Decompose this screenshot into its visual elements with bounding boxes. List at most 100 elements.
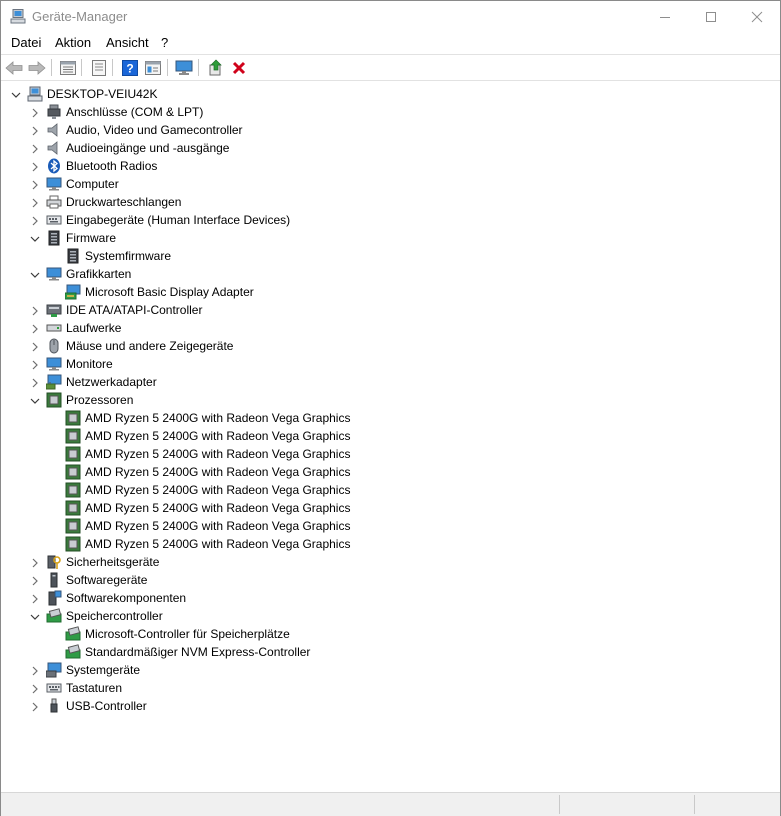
status-divider xyxy=(694,795,695,814)
tree-item-label: AMD Ryzen 5 2400G with Radeon Vega Graph… xyxy=(85,429,351,443)
tree-category-item[interactable]: Softwarekomponenten xyxy=(1,589,780,607)
tree-category-item[interactable]: Druckwarteschlangen xyxy=(1,193,780,211)
tree-category-item[interactable]: Mäuse und andere Zeigegeräte xyxy=(1,337,780,355)
tree-category-item[interactable]: Grafikkarten xyxy=(1,265,780,283)
tree-device-item[interactable]: AMD Ryzen 5 2400G with Radeon Vega Graph… xyxy=(1,517,780,535)
chevron-right-icon[interactable] xyxy=(30,377,40,388)
chevron-right-icon[interactable] xyxy=(30,323,40,334)
tree-device-item[interactable]: AMD Ryzen 5 2400G with Radeon Vega Graph… xyxy=(1,463,780,481)
cpu-icon xyxy=(65,428,81,444)
view-details-icon xyxy=(145,60,161,75)
close-button[interactable] xyxy=(734,1,780,32)
chevron-down-icon[interactable] xyxy=(11,89,21,99)
tree-category-item[interactable]: Bluetooth Radios xyxy=(1,157,780,175)
chevron-right-icon[interactable] xyxy=(30,197,40,208)
tree-category-item[interactable]: Prozessoren xyxy=(1,391,780,409)
tree-item-label: Microsoft-Controller für Speicherplätze xyxy=(85,627,290,641)
ide-icon xyxy=(46,302,62,318)
tree-item-label: Speichercontroller xyxy=(66,609,163,623)
tree-category-item[interactable]: Softwaregeräte xyxy=(1,571,780,589)
cpu-icon xyxy=(65,500,81,516)
title-bar[interactable]: Geräte-Manager xyxy=(1,1,780,32)
chevron-right-icon[interactable] xyxy=(30,557,40,568)
chevron-down-icon[interactable] xyxy=(30,611,40,621)
show-hide-tree-button[interactable] xyxy=(58,58,78,77)
tree-device-item[interactable]: Microsoft-Controller für Speicherplätze xyxy=(1,625,780,643)
toolbar-separator xyxy=(51,59,52,76)
chevron-down-icon[interactable] xyxy=(30,269,40,279)
maximize-button[interactable] xyxy=(688,1,734,32)
device-manager-window: Geräte-Manager Datei Aktion Ansicht ? ? … xyxy=(0,0,781,816)
window-title: Geräte-Manager xyxy=(32,9,128,24)
chevron-right-icon[interactable] xyxy=(30,125,40,136)
tree-category-item[interactable]: Firmware xyxy=(1,229,780,247)
tree-category-item[interactable]: Eingabegeräte (Human Interface Devices) xyxy=(1,211,780,229)
tree-device-item[interactable]: AMD Ryzen 5 2400G with Radeon Vega Graph… xyxy=(1,481,780,499)
minimize-button[interactable] xyxy=(642,1,688,32)
properties-button[interactable] xyxy=(89,58,109,77)
chevron-right-icon[interactable] xyxy=(30,701,40,712)
chevron-right-icon[interactable] xyxy=(30,359,40,370)
forward-button[interactable] xyxy=(27,58,47,77)
tree-category-item[interactable]: Computer xyxy=(1,175,780,193)
tree-category-item[interactable]: Monitore xyxy=(1,355,780,373)
chevron-right-icon[interactable] xyxy=(30,683,40,694)
help-button[interactable]: ? xyxy=(120,58,140,77)
tree-device-item[interactable]: AMD Ryzen 5 2400G with Radeon Vega Graph… xyxy=(1,445,780,463)
chevron-right-icon[interactable] xyxy=(30,575,40,586)
tree-category-item[interactable]: Audioeingänge und -ausgänge xyxy=(1,139,780,157)
tree-root-item[interactable]: DESKTOP-VEIU42K xyxy=(1,85,780,103)
tree-category-item[interactable]: Sicherheitsgeräte xyxy=(1,553,780,571)
menu-ansicht[interactable]: Ansicht xyxy=(106,35,149,50)
tree-category-item[interactable]: Audio, Video und Gamecontroller xyxy=(1,121,780,139)
tree-device-item[interactable]: Systemfirmware xyxy=(1,247,780,265)
chevron-right-icon[interactable] xyxy=(30,143,40,154)
status-bar xyxy=(1,792,780,816)
update-driver-button[interactable] xyxy=(206,58,226,77)
scan-hardware-button[interactable] xyxy=(174,58,194,77)
chevron-down-icon[interactable] xyxy=(30,233,40,243)
menu-aktion[interactable]: Aktion xyxy=(55,35,91,50)
tree-item-label: AMD Ryzen 5 2400G with Radeon Vega Graph… xyxy=(85,501,351,515)
device-tree[interactable]: DESKTOP-VEIU42K Anschlüsse (COM & LPT) Aud… xyxy=(1,81,780,789)
chevron-right-icon[interactable] xyxy=(30,179,40,190)
chevron-down-icon[interactable] xyxy=(30,395,40,405)
tree-item-label: Anschlüsse (COM & LPT) xyxy=(66,105,204,119)
tree-device-item[interactable]: AMD Ryzen 5 2400G with Radeon Vega Graph… xyxy=(1,409,780,427)
chevron-right-icon[interactable] xyxy=(30,341,40,352)
chevron-right-icon[interactable] xyxy=(30,161,40,172)
tree-item-label: Grafikkarten xyxy=(66,267,132,281)
chevron-right-icon[interactable] xyxy=(30,593,40,604)
back-button[interactable] xyxy=(4,58,24,77)
tree-device-item[interactable]: Microsoft Basic Display Adapter xyxy=(1,283,780,301)
tree-device-item[interactable]: AMD Ryzen 5 2400G with Radeon Vega Graph… xyxy=(1,499,780,517)
uninstall-device-button[interactable] xyxy=(229,58,249,77)
tree-category-item[interactable]: Laufwerke xyxy=(1,319,780,337)
speaker-icon xyxy=(46,140,62,156)
chevron-right-icon[interactable] xyxy=(30,107,40,118)
chevron-right-icon[interactable] xyxy=(30,305,40,316)
uninstall-x-icon xyxy=(232,61,246,74)
view-button[interactable] xyxy=(143,58,163,77)
tree-category-item[interactable]: IDE ATA/ATAPI-Controller xyxy=(1,301,780,319)
tree-category-item[interactable]: Netzwerkadapter xyxy=(1,373,780,391)
tree-category-item[interactable]: Systemgeräte xyxy=(1,661,780,679)
tree-device-item[interactable]: Standardmäßiger NVM Express-Controller xyxy=(1,643,780,661)
tree-device-item[interactable]: AMD Ryzen 5 2400G with Radeon Vega Graph… xyxy=(1,535,780,553)
tree-item-label: DESKTOP-VEIU42K xyxy=(47,87,158,101)
monitor-icon xyxy=(46,176,62,192)
tree-category-item[interactable]: Tastaturen xyxy=(1,679,780,697)
menu-help[interactable]: ? xyxy=(161,35,168,50)
close-icon xyxy=(751,11,763,22)
tree-category-item[interactable]: Speichercontroller xyxy=(1,607,780,625)
tree-category-item[interactable]: USB-Controller xyxy=(1,697,780,715)
chevron-right-icon[interactable] xyxy=(30,215,40,226)
tree-item-label: Bluetooth Radios xyxy=(66,159,158,173)
tree-device-item[interactable]: AMD Ryzen 5 2400G with Radeon Vega Graph… xyxy=(1,427,780,445)
tree-category-item[interactable]: Anschlüsse (COM & LPT) xyxy=(1,103,780,121)
chevron-right-icon[interactable] xyxy=(30,665,40,676)
menu-datei[interactable]: Datei xyxy=(11,35,41,50)
toolbar-separator xyxy=(112,59,113,76)
cpu-icon xyxy=(65,446,81,462)
keyboard-hid-icon xyxy=(46,212,62,228)
